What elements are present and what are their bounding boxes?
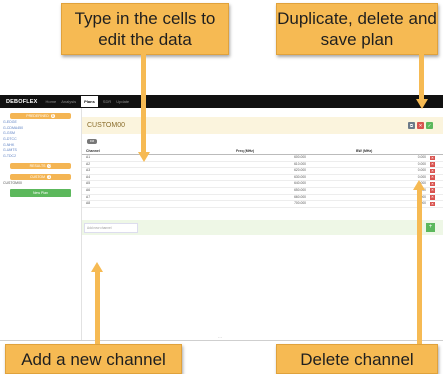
freq-cell[interactable]: 600.000 xyxy=(196,155,306,161)
nav-update[interactable]: Update xyxy=(116,99,129,104)
callout-delete-channel: Delete channel xyxy=(276,344,438,374)
delete-channel-button[interactable]: ✕ xyxy=(430,162,435,167)
section-results[interactable]: RESULTS 0 xyxy=(10,163,71,170)
delete-channel-button[interactable]: ✕ xyxy=(430,201,435,207)
channel-cell[interactable]: A6 xyxy=(82,188,196,194)
arrow-to-cells xyxy=(141,53,146,153)
bw-cell[interactable]: 0.000 xyxy=(306,188,426,194)
freq-cell[interactable]: 620.000 xyxy=(196,168,306,174)
save-plan-button[interactable]: ✓ xyxy=(426,122,433,129)
bw-cell[interactable]: 0.000 xyxy=(306,155,426,161)
plan-editor: CUSTOM00 ⧉ ✕ ✓ FM Channel Freq (MHz) BW … xyxy=(82,108,443,340)
channel-cell[interactable]: A4 xyxy=(82,175,196,181)
count-badge: 8 xyxy=(50,114,55,118)
duplicate-plan-button[interactable]: ⧉ xyxy=(408,122,415,129)
nav-analysis[interactable]: Analysis xyxy=(61,99,76,104)
plans-sidebar: PREDEFINED 8 G-EDGE G-CDMA450 G-GSM G-DTC… xyxy=(0,108,82,340)
col-freq: Freq (MHz) xyxy=(236,149,255,153)
sidebar-plan-item[interactable]: G-TDC2 xyxy=(3,154,81,158)
col-bw: BW (MHz) xyxy=(356,149,373,153)
add-channel-button[interactable]: + xyxy=(426,223,435,232)
top-navbar: DEBOFLEX Home Analysis Plans SDR Update xyxy=(0,95,443,108)
bw-cell[interactable]: 0.000 xyxy=(306,162,426,168)
delete-channel-button[interactable]: ✕ xyxy=(430,195,435,200)
count-badge: 1 xyxy=(47,175,52,180)
sidebar-plan-item[interactable]: G-DTCC xyxy=(3,137,81,141)
callout-plan-actions: Duplicate, delete and save plan xyxy=(276,3,438,55)
table-row: A3 620.000 0.000 ✕ xyxy=(82,168,443,175)
channel-table: Channel Freq (MHz) BW (MHz) A1 600.000 0.0… xyxy=(82,149,443,208)
app-screenshot: DEBOFLEX Home Analysis Plans SDR Update … xyxy=(0,95,443,341)
nav-home[interactable]: Home xyxy=(46,99,57,104)
arrow-to-add-channel xyxy=(94,271,100,344)
bw-cell[interactable]: 0.000 xyxy=(306,181,426,187)
sidebar-plan-item[interactable]: G-EDGE xyxy=(3,120,81,124)
table-row: A1 600.000 0.000 ✕ xyxy=(82,155,443,162)
plan-title: CUSTOM00 xyxy=(87,122,125,129)
freq-cell[interactable]: 650.000 xyxy=(196,188,306,194)
table-row: A8 700.000 0.000 ✕ xyxy=(82,201,443,208)
resize-handle-icon[interactable]: ⋯ xyxy=(218,335,222,340)
freq-cell[interactable]: 660.000 xyxy=(196,195,306,201)
new-plan-button[interactable]: New Plan xyxy=(10,188,71,197)
bw-cell[interactable]: 0.000 xyxy=(306,195,426,201)
bw-cell[interactable]: 0.000 xyxy=(306,168,426,174)
arrow-to-plan-buttons xyxy=(419,53,424,100)
arrow-head-down xyxy=(415,99,428,109)
plan-type-tag: FM xyxy=(87,139,97,144)
bw-cell[interactable]: 0.000 xyxy=(306,201,426,207)
bw-cell[interactable]: 0.000 xyxy=(306,175,426,181)
sidebar-plan-item[interactable]: G-CDMA450 xyxy=(3,126,81,130)
callout-edit-data: Type in the cells to edit the data xyxy=(61,3,229,55)
table-row: A5 640.000 0.000 ✕ xyxy=(82,181,443,188)
delete-channel-button[interactable]: ✕ xyxy=(430,168,435,174)
delete-channel-button[interactable]: ✕ xyxy=(430,188,435,194)
arrow-to-delete-channel xyxy=(416,189,422,344)
section-custom[interactable]: CUSTOM 1 xyxy=(10,174,71,181)
delete-plan-button[interactable]: ✕ xyxy=(417,122,424,129)
plan-header: CUSTOM00 ⧉ ✕ ✓ xyxy=(82,117,443,134)
freq-cell[interactable]: 700.000 xyxy=(196,201,306,207)
count-badge: 0 xyxy=(47,164,52,169)
arrow-head-down xyxy=(137,152,150,162)
sidebar-plan-item[interactable]: G-UMTS xyxy=(3,148,81,152)
channel-cell[interactable]: A2 xyxy=(82,162,196,168)
freq-cell[interactable]: 640.000 xyxy=(196,181,306,187)
channel-cell[interactable]: A5 xyxy=(82,181,196,187)
table-row: A6 650.000 0.000 ✕ xyxy=(82,188,443,195)
delete-channel-button[interactable]: ✕ xyxy=(430,175,435,180)
table-row: A4 630.000 0.000 ✕ xyxy=(82,175,443,182)
callout-add-channel: Add a new channel xyxy=(5,344,182,374)
section-predefined[interactable]: PREDEFINED 8 xyxy=(10,113,71,119)
sidebar-custom-plan[interactable]: CUSTOM00 xyxy=(3,181,81,185)
channel-cell[interactable]: A8 xyxy=(82,201,196,207)
table-row: A2 610.000 0.000 ✕ xyxy=(82,162,443,169)
delete-channel-button[interactable]: ✕ xyxy=(430,155,435,161)
nav-plans[interactable]: Plans xyxy=(81,96,98,107)
freq-cell[interactable]: 610.000 xyxy=(196,162,306,168)
add-channel-input[interactable]: Add new channel xyxy=(84,223,138,233)
sidebar-plan-item[interactable]: G-NHK xyxy=(3,143,81,147)
brand-logo: DEBOFLEX xyxy=(6,98,38,105)
nav-sdr[interactable]: SDR xyxy=(103,99,111,104)
add-channel-row: Add new channel + xyxy=(82,220,443,235)
sidebar-plan-item[interactable]: G-GSM xyxy=(3,131,81,135)
delete-channel-button[interactable]: ✕ xyxy=(430,181,435,187)
channel-cell[interactable]: A7 xyxy=(82,195,196,201)
channel-cell[interactable]: A3 xyxy=(82,168,196,174)
freq-cell[interactable]: 630.000 xyxy=(196,175,306,181)
table-row: A7 660.000 0.000 ✕ xyxy=(82,195,443,202)
